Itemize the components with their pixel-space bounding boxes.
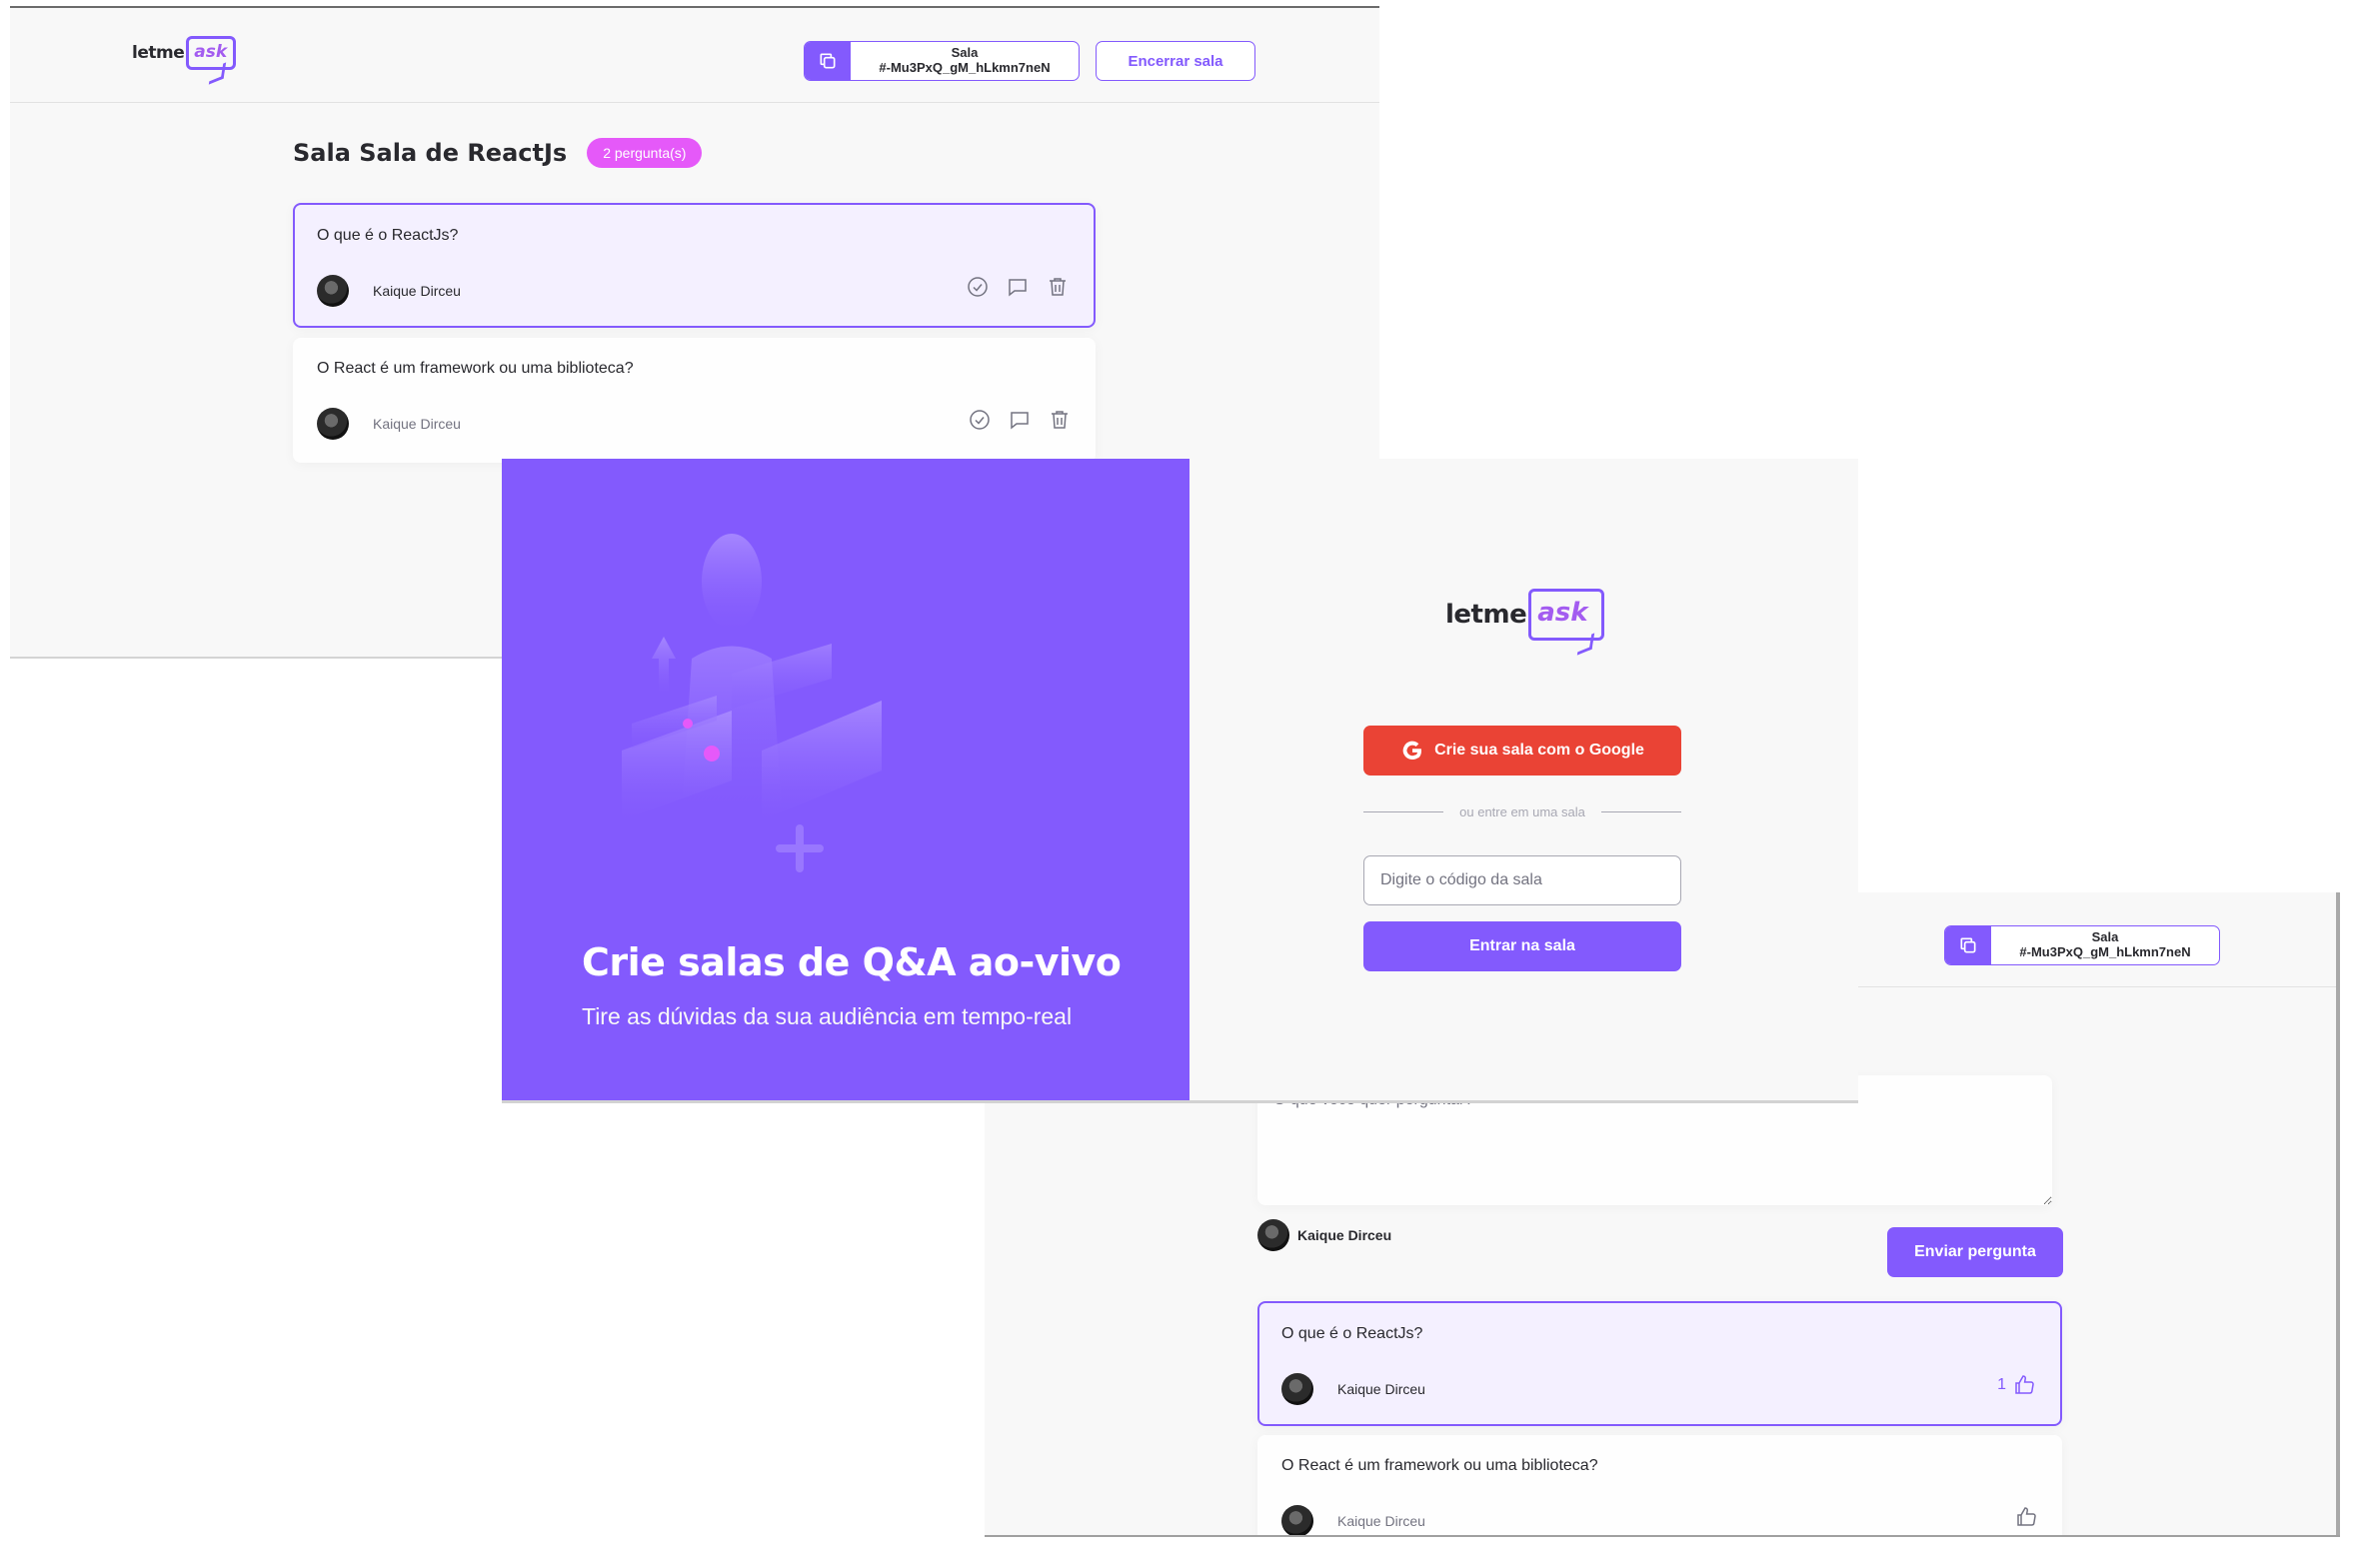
thumbs-up-icon — [2012, 1373, 2036, 1397]
question-author: Kaique Dirceu — [317, 275, 461, 307]
question-text: O React é um framework ou uma biblioteca… — [317, 360, 634, 377]
room-code-value: #-Mu3PxQ_gM_hLkmn7neN — [2019, 944, 2191, 959]
check-circle-icon[interactable] — [968, 408, 992, 432]
question-text: O que é o ReactJs? — [317, 227, 459, 244]
room-code-label: Sala — [951, 45, 979, 61]
aside-title: Crie salas de Q&A ao-vivo — [582, 940, 1122, 984]
copy-icon — [1945, 926, 1991, 964]
trash-icon[interactable] — [1046, 275, 1070, 299]
letmeask-logo: letme ask — [132, 36, 237, 70]
google-button-label: Crie sua sala com o Google — [1434, 742, 1644, 759]
room-code-label: Sala — [2091, 929, 2119, 945]
home-aside: Crie salas de Q&A ao-vivo Tire as dúvida… — [502, 459, 1189, 1100]
separator: ou entre em uma sala — [1363, 804, 1681, 819]
home-screenshot: Crie salas de Q&A ao-vivo Tire as dúvida… — [502, 459, 1858, 1103]
author-name: Kaique Dirceu — [373, 283, 461, 299]
avatar — [317, 408, 349, 440]
author-name: Kaique Dirceu — [373, 416, 461, 432]
author-name: Kaique Dirceu — [1337, 1513, 1425, 1529]
illustration-image — [622, 534, 882, 872]
question-text: O React é um framework ou uma biblioteca… — [1281, 1457, 1598, 1474]
avatar — [1257, 1219, 1289, 1251]
copy-icon — [805, 42, 851, 80]
trash-icon[interactable] — [1048, 408, 1072, 432]
aside-subtitle: Tire as dúvidas da sua audiência em temp… — [582, 1003, 1073, 1029]
room-title: Sala Sala de ReactJs — [293, 139, 568, 167]
enter-room-button[interactable]: Entrar na sala — [1363, 921, 1681, 971]
thumbs-up-icon — [2014, 1505, 2038, 1529]
question-card: O React é um framework ou uma biblioteca… — [293, 338, 1096, 463]
admin-header: letme ask Sala #-Mu3PxQ_gM_hLkmn7neN Enc… — [10, 8, 1379, 103]
avatar — [1281, 1373, 1313, 1405]
question-card: O que é o ReactJs? Kaique Dirceu 1 — [1257, 1301, 2062, 1426]
room-code-value: #-Mu3PxQ_gM_hLkmn7neN — [879, 60, 1051, 75]
like-count: 1 — [1997, 1376, 2006, 1393]
room-code-button[interactable]: Sala #-Mu3PxQ_gM_hLkmn7neN — [1944, 925, 2220, 965]
like-button[interactable]: 1 — [1997, 1373, 2036, 1397]
question-card: O React é um framework ou uma biblioteca… — [1257, 1435, 2062, 1535]
avatar — [317, 275, 349, 307]
answer-icon[interactable] — [1006, 275, 1030, 299]
question-count-badge: 2 pergunta(s) — [587, 138, 703, 168]
current-user: Kaique Dirceu — [1257, 1219, 1391, 1251]
author-name: Kaique Dirceu — [1337, 1381, 1425, 1397]
like-button[interactable] — [2014, 1505, 2038, 1529]
answer-icon[interactable] — [1008, 408, 1032, 432]
google-login-button[interactable]: Crie sua sala com o Google — [1363, 726, 1681, 776]
question-author: Kaique Dirceu — [317, 408, 461, 440]
send-question-button[interactable]: Enviar pergunta — [1887, 1227, 2063, 1277]
question-author: Kaique Dirceu — [1281, 1373, 1425, 1405]
question-text: O que é o ReactJs? — [1281, 1325, 1423, 1342]
close-room-button[interactable]: Encerrar sala — [1096, 41, 1255, 81]
room-code-button[interactable]: Sala #-Mu3PxQ_gM_hLkmn7neN — [804, 41, 1080, 81]
user-name: Kaique Dirceu — [1297, 1227, 1392, 1243]
question-card: O que é o ReactJs? Kaique Dirceu — [293, 203, 1096, 328]
question-author: Kaique Dirceu — [1281, 1505, 1425, 1535]
room-code-input[interactable] — [1363, 855, 1681, 905]
scrollbar[interactable] — [2336, 892, 2340, 1535]
letmeask-logo: letme ask — [1445, 589, 1605, 641]
google-icon — [1400, 739, 1424, 763]
check-circle-icon[interactable] — [966, 275, 990, 299]
avatar — [1281, 1505, 1313, 1535]
